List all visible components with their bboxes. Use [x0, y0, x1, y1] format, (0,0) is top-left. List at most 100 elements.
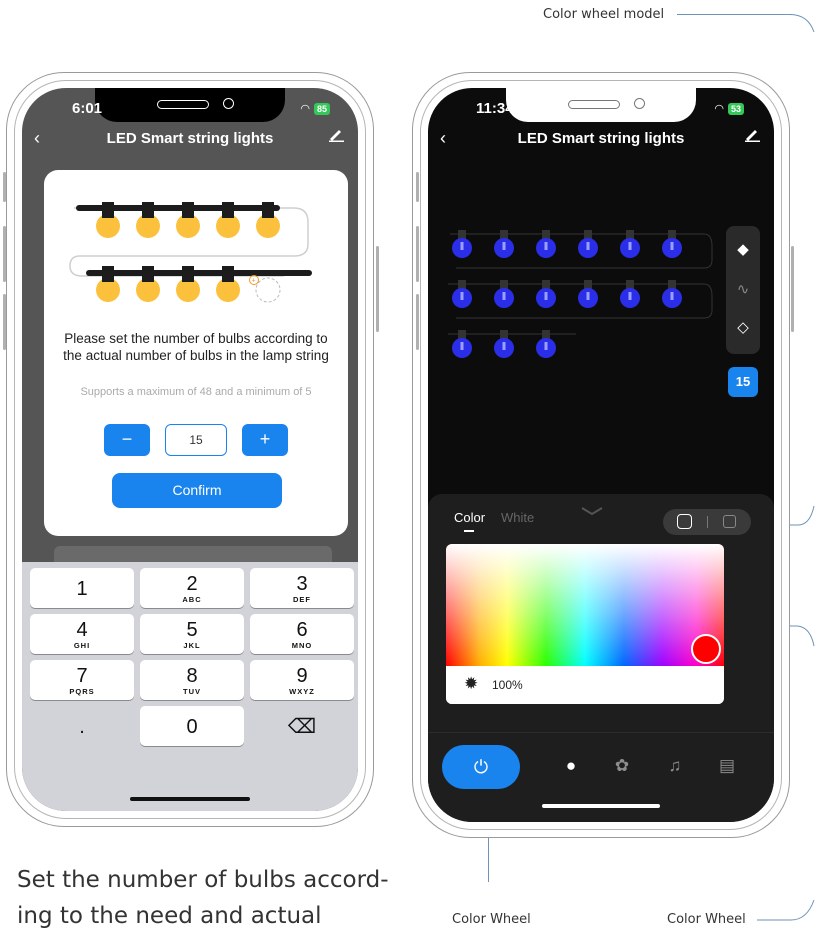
keypad-key[interactable]: 6 MNO [250, 614, 354, 654]
pencil-icon[interactable] [328, 126, 344, 147]
keypad-key[interactable]: 1 [30, 568, 134, 608]
page-title: LED Smart string lights [517, 130, 685, 147]
tab-color[interactable]: Color [454, 510, 485, 525]
callout-color-wheel-right: Color Wheel [667, 912, 746, 927]
bulb-filament [586, 292, 590, 300]
keypad-key-number: 8 [186, 665, 198, 687]
color-palette[interactable]: ✹ 100% [446, 544, 724, 704]
keypad-key[interactable]: 2 ABC [140, 568, 244, 608]
keypad-key-letters: ABC [182, 595, 202, 604]
right-phone-button [416, 172, 419, 202]
bulb-filament [502, 292, 506, 300]
collapse-chevron-icon[interactable] [580, 506, 604, 516]
keypad-key-letters: GHI [73, 641, 91, 650]
schedule-icon[interactable]: ▤ [714, 753, 740, 779]
keypad-key[interactable]: ⌫ [250, 706, 354, 746]
increment-button[interactable]: + [242, 424, 288, 456]
bulb-grid-preview[interactable] [446, 226, 718, 372]
callout-curve-bottom [757, 899, 815, 921]
color-wheel-mode-icon[interactable] [677, 514, 692, 529]
keypad-key[interactable]: 3 DEF [250, 568, 354, 608]
notch-cutout [506, 88, 696, 122]
bulb-count-dialog: + Please set the number of bulbs accordi… [44, 170, 348, 536]
bulb-filament [460, 292, 464, 300]
right-phone-button [791, 246, 794, 332]
right-phone-button [416, 294, 419, 350]
eraser-icon[interactable]: ◇ [733, 318, 753, 338]
home-indicator [542, 804, 660, 808]
bottom-caption: Set the number of bulbs accord- ing to t… [17, 867, 389, 928]
keypad-key[interactable]: 7 PQRS [30, 660, 134, 700]
bulb-filament [502, 242, 506, 250]
color-picker-handle[interactable] [691, 634, 721, 664]
right-phone-button [416, 226, 419, 282]
keypad-key[interactable]: . [30, 706, 134, 746]
battery-indicator: 53 [727, 102, 744, 115]
decrement-button[interactable]: − [104, 424, 150, 456]
bulb-filament [628, 292, 632, 300]
tab-color-indicator [464, 530, 474, 532]
bulb-filament [670, 242, 674, 250]
string-lights-illustration: + [69, 202, 312, 303]
keypad-key[interactable]: 4 GHI [30, 614, 134, 654]
keypad-key-number: 1 [76, 578, 88, 600]
bottom-tab-bar: ⏻ ● ✿ ♫ ▤ [428, 732, 774, 822]
color-mode-switch[interactable] [663, 509, 751, 535]
bulb-filament [460, 242, 464, 250]
bulb-count-input[interactable]: 15 [165, 424, 227, 456]
left-phone-button [3, 294, 6, 350]
brightness-row[interactable]: ✹ 100% [446, 666, 724, 704]
svg-text:+: + [252, 278, 256, 285]
power-icon[interactable]: ⏻ [442, 745, 520, 789]
keypad-key-number: 0 [186, 716, 198, 738]
bulb-count-badge[interactable]: 15 [728, 367, 758, 397]
color-spectrum[interactable] [446, 544, 724, 666]
bulb-icon[interactable]: ● [558, 753, 584, 779]
right-screen: 11:34 ◠ 53 ‹ LED Smart string lights ◆ ∿… [428, 88, 774, 822]
bulb-filament [628, 242, 632, 250]
keypad-key[interactable]: 9 WXYZ [250, 660, 354, 700]
paint-bucket-icon[interactable]: ◆ [733, 240, 753, 260]
status-indicators: ◠ 53 [714, 102, 744, 115]
keypad-key[interactable]: 8 TUV [140, 660, 244, 700]
tool-palette: ◆ ∿ ◇ [726, 226, 760, 354]
keypad-key-number: 7 [76, 665, 88, 687]
keypad-key-number: 3 [296, 573, 308, 595]
brush-icon[interactable]: ∿ [733, 280, 753, 300]
keypad-key-number: 4 [76, 619, 88, 641]
keypad-key-number: 6 [296, 619, 308, 641]
bulb-filament [544, 342, 548, 350]
keypad-key-number: 5 [186, 619, 198, 641]
callout-line [677, 14, 792, 15]
bulb-filament [544, 242, 548, 250]
palette-icon[interactable]: ✿ [609, 753, 635, 779]
keypad-key-letters: DEF [293, 595, 311, 604]
left-screen: 6:01 ◠ 85 ‹ LED Smart string lights + Pl… [22, 88, 358, 811]
keypad-key-number: ⌫ [287, 716, 317, 738]
bulb-filament [460, 342, 464, 350]
status-time: 6:01 [72, 100, 103, 117]
keypad-key-letters: MNO [291, 641, 313, 650]
dialog-hint: Supports a maximum of 48 and a minimum o… [80, 386, 312, 398]
keypad-key[interactable]: 0 [140, 706, 244, 746]
left-phone-button [3, 172, 6, 202]
confirm-button[interactable]: Confirm [112, 473, 282, 508]
sun-icon: ✹ [464, 674, 479, 693]
callout-curve [790, 14, 815, 33]
numeric-keypad: 1 2 ABC 3 DEF 4 GHI 5 JKL 6 MNO 7 PQRS 8 TUV 9 WXYZ. 0 ⌫ [22, 562, 358, 811]
dialog-message: Please set the number of bulbs according… [63, 331, 329, 363]
keypad-key-letters: WXYZ [289, 687, 315, 696]
tab-white[interactable]: White [501, 510, 534, 525]
keypad-key-letters: JKL [183, 641, 201, 650]
status-indicators: ◠ 85 [300, 102, 330, 115]
color-block-mode-icon[interactable] [723, 515, 736, 528]
bulb-filament [502, 342, 506, 350]
pencil-icon[interactable] [744, 126, 760, 147]
keypad-key-letters: TUV [183, 687, 201, 696]
callout-color-wheel-bottom: Color Wheel [452, 912, 531, 927]
music-icon[interactable]: ♫ [662, 753, 688, 779]
keypad-key-number: 2 [186, 573, 198, 595]
keypad-key[interactable]: 5 JKL [140, 614, 244, 654]
home-indicator [130, 797, 250, 801]
status-time: 11:34 [476, 100, 514, 117]
